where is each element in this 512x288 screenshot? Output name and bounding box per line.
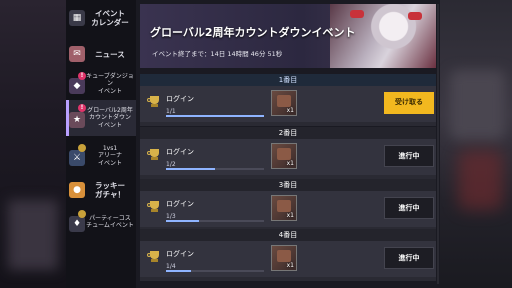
- game-background-right: [440, 0, 512, 288]
- sidebar-item-lucky-gacha[interactable]: ● ラッキー ガチャ！: [66, 172, 136, 208]
- trophy-icon: [147, 251, 161, 263]
- event-countdown: イベント終了まで：14日 14時間 46分 51秒: [152, 50, 283, 58]
- gift-icon: [277, 95, 291, 107]
- countdown-icon: ★: [69, 112, 85, 128]
- alert-badge: !: [78, 104, 86, 112]
- sidebar-item-cube-dungeon[interactable]: ◆ ! キューブダンジョン イベント: [66, 66, 136, 102]
- alert-badge: !: [78, 72, 86, 80]
- gift-icon: [277, 200, 291, 212]
- mission-section: 1番目 ログイン 1/1 x1 受け取る: [140, 74, 436, 126]
- mission-progress: 1/2: [166, 161, 176, 168]
- mission-row: ログイン 1/4 x1 進行中: [140, 241, 436, 277]
- section-header: 2番目: [140, 127, 436, 139]
- mission-name: ログイン: [166, 200, 194, 208]
- sidebar-item-label: イベント カレンダー: [91, 9, 129, 27]
- medal-badge: [78, 144, 86, 152]
- claim-button[interactable]: 受け取る: [384, 92, 434, 114]
- reward-quantity: x1: [286, 262, 294, 269]
- reward-item[interactable]: x1: [271, 195, 297, 221]
- trophy-icon: [147, 149, 161, 161]
- progress-bar: [166, 270, 264, 272]
- news-icon: ✉: [69, 46, 85, 62]
- sidebar-item-party-costume[interactable]: ♦ パーティーコス チュームイベント: [66, 204, 136, 240]
- progress-bar: [166, 220, 264, 222]
- mission-section: 3番目 ログイン 1/3 x1 進行中: [140, 179, 436, 231]
- event-detail-panel: グローバル2周年カウントダウンイベント イベント終了まで：14日 14時間 46…: [136, 0, 440, 288]
- mission-row: ログイン 1/3 x1 進行中: [140, 191, 436, 227]
- reward-quantity: x1: [286, 107, 294, 114]
- mission-progress: 1/3: [166, 213, 176, 220]
- mission-row: ログイン 1/2 x1 進行中: [140, 139, 436, 175]
- progress-bar: [166, 115, 264, 117]
- mission-row: ログイン 1/1 x1 受け取る: [140, 86, 436, 122]
- game-background-left: [0, 0, 70, 288]
- mission-list-scrollbar[interactable]: [437, 4, 439, 284]
- section-header: 3番目: [140, 179, 436, 191]
- sidebar-item-countdown-event[interactable]: ★ ! グローバル2周年 カウントダウン イベント: [66, 100, 136, 136]
- event-banner: グローバル2周年カウントダウンイベント イベント終了まで：14日 14時間 46…: [140, 4, 436, 68]
- trophy-icon: [147, 96, 161, 108]
- gacha-icon: ●: [69, 182, 85, 198]
- reward-item[interactable]: x1: [271, 245, 297, 271]
- progress-bar: [166, 168, 264, 170]
- sidebar-item-label: ニュース: [95, 49, 125, 59]
- in-progress-button[interactable]: 進行中: [384, 145, 434, 167]
- sidebar-item-label: グローバル2周年 カウントダウン イベント: [87, 106, 133, 129]
- sidebar-item-event-calendar[interactable]: ▦ イベント カレンダー: [66, 0, 136, 36]
- sidebar-item-label: キューブダンジョン イベント: [86, 72, 134, 95]
- mission-section: 4番目 ログイン 1/4 x1 進行中: [140, 229, 436, 281]
- mission-section: 2番目 ログイン 1/2 x1 進行中: [140, 127, 436, 179]
- section-header: 4番目: [140, 229, 436, 241]
- gift-icon: [277, 250, 291, 262]
- mission-name: ログイン: [166, 95, 194, 103]
- sidebar-item-label: パーティーコス チュームイベント: [86, 214, 134, 230]
- reward-item[interactable]: x1: [271, 143, 297, 169]
- calendar-icon: ▦: [69, 10, 85, 26]
- gift-icon: [277, 148, 291, 160]
- cube-icon: ◆: [69, 78, 85, 94]
- event-sidebar: ▦ イベント カレンダー ✉ ニュース ◆ ! キューブダンジョン イベント ★…: [66, 0, 136, 288]
- trophy-icon: [147, 201, 161, 213]
- arena-icon: ⚔: [69, 150, 85, 166]
- event-title: グローバル2周年カウントダウンイベント: [150, 26, 356, 39]
- sidebar-item-label: ラッキー ガチャ！: [95, 181, 125, 199]
- medal-badge: [78, 210, 86, 218]
- reward-quantity: x1: [286, 212, 294, 219]
- section-header: 1番目: [140, 74, 436, 86]
- sidebar-item-label: 1vs1 アリーナ イベント: [97, 144, 122, 167]
- mission-progress: 1/1: [166, 108, 176, 115]
- mission-progress: 1/4: [166, 263, 176, 270]
- in-progress-button[interactable]: 進行中: [384, 197, 434, 219]
- sidebar-item-arena[interactable]: ⚔ 1vs1 アリーナ イベント: [66, 138, 136, 174]
- costume-icon: ♦: [69, 216, 85, 232]
- in-progress-button[interactable]: 進行中: [384, 247, 434, 269]
- reward-item[interactable]: x1: [271, 90, 297, 116]
- mission-name: ログイン: [166, 250, 194, 258]
- mission-name: ログイン: [166, 148, 194, 156]
- reward-quantity: x1: [286, 160, 294, 167]
